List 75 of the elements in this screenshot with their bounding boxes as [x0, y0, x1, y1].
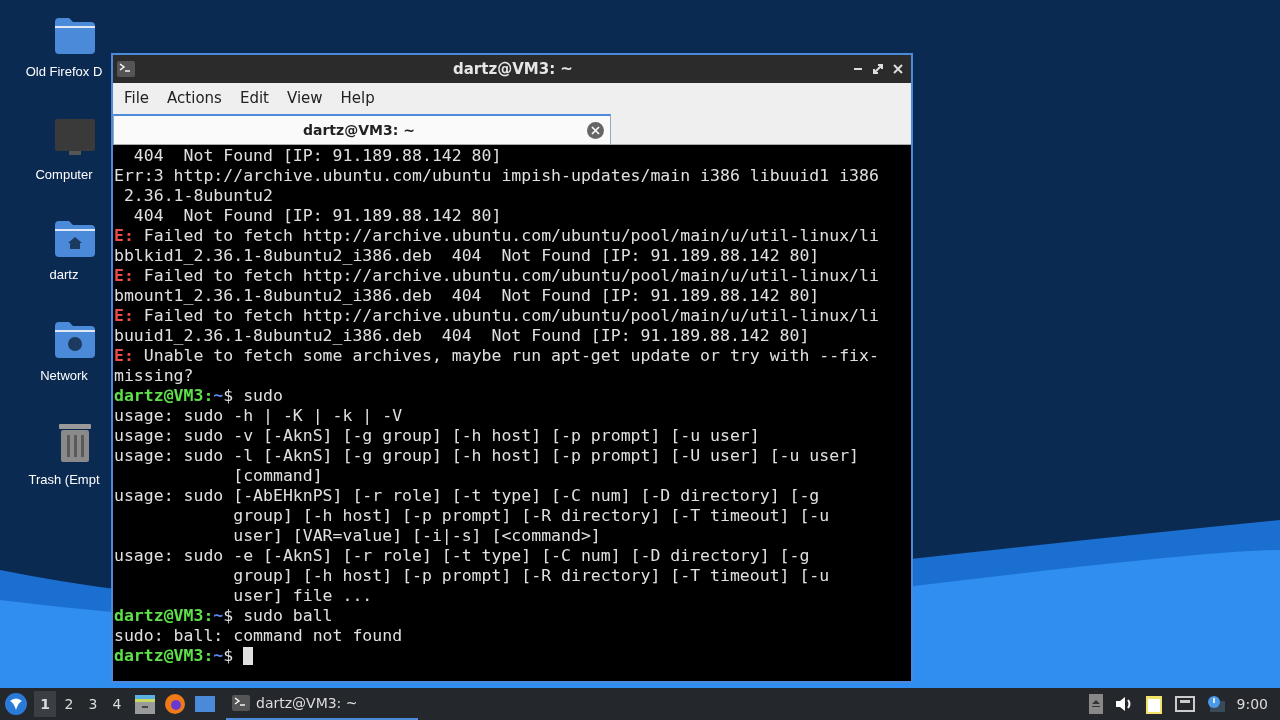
terminal-line: 404 Not Found [IP: 91.189.88.142 80]: [132, 146, 502, 166]
prompt-user: dartz@VM3:: [114, 646, 214, 666]
error-prefix: E:: [114, 266, 134, 286]
desktop-icon-label[interactable]: Network: [40, 365, 88, 385]
desktop-icon-label[interactable]: Old Firefox D: [25, 62, 103, 82]
network-port-icon[interactable]: [1174, 696, 1195, 712]
prompt-path: ~: [213, 386, 224, 406]
desktop-icon-label[interactable]: Computer: [35, 164, 93, 184]
terminal-line: usage: sudo -l [-AknS] [-g group] [-h host] [-p prompt] [-U user] [-u user]: [114, 446, 860, 466]
prompt-command: $: [223, 646, 235, 666]
terminal-line: [command]: [232, 466, 323, 486]
workspace-button[interactable]: 2: [58, 691, 80, 717]
file-cabinet-icon[interactable]: [134, 693, 156, 715]
clock[interactable]: 9:00: [1236, 693, 1268, 715]
clipboard-icon[interactable]: [1144, 694, 1163, 714]
taskbar-task[interactable]: dartz@VM3: ~: [226, 688, 418, 720]
desktop-icon[interactable]: [194, 694, 216, 714]
home-folder-icon: [55, 221, 95, 257]
terminal-line: 404 Not Found [IP: 91.189.88.142 80]: [132, 206, 502, 226]
terminal-line: user] file ...: [232, 586, 373, 606]
terminal-line: missing?: [114, 366, 194, 386]
folder-icon: [55, 18, 95, 54]
window-title: dartz@VM3: ~: [453, 58, 573, 80]
menu-item[interactable]: Help: [331, 86, 384, 110]
speaker-icon[interactable]: [1114, 696, 1133, 712]
terminal-line: group] [-h host] [-p prompt] [-R directory] [-T timeout] [-u: [232, 566, 830, 586]
start-menu-icon[interactable]: [4, 692, 28, 716]
workspace-button[interactable]: 3: [82, 691, 104, 717]
prompt-path: ~: [213, 606, 224, 626]
workspace-button[interactable]: 4: [106, 691, 128, 717]
terminal-app-icon: [232, 695, 250, 711]
tab-label: dartz@VM3: ~: [303, 120, 415, 140]
terminal-line: usage: sudo [-AbEHknPS] [-r role] [-t type] [-C num] [-D directory] [-g: [114, 486, 820, 506]
terminal-line: buuid1_2.36.1-8ubuntu2_i386.deb 404 Not Found [IP: 91.189.88.142 80]: [114, 326, 810, 346]
task-label: dartz@VM3: ~: [256, 693, 358, 713]
prompt-command: $ sudo: [223, 386, 283, 406]
terminal-line: bmount1_2.36.1-8ubuntu2_i386.deb 404 Not Found [IP: 91.189.88.142 80]: [114, 286, 820, 306]
desktop-icon-label[interactable]: Trash (Empt: [28, 470, 100, 490]
terminal-line: group] [-h host] [-p prompt] [-R directory] [-T timeout] [-u: [232, 506, 830, 526]
close-tab-icon[interactable]: [587, 121, 604, 139]
desktop-icon-label[interactable]: dartz: [49, 265, 79, 285]
menu-item[interactable]: Edit: [230, 86, 278, 110]
terminal-line: 2.36.1-8ubuntu2: [122, 186, 273, 206]
terminal-line: Failed to fetch http://archive.ubuntu.com/ubuntu/pool/main/u/util-linux/li: [142, 306, 879, 326]
terminal-line: usage: sudo -e [-AknS] [-r role] [-t type] [-C num] [-D directory] [-g: [114, 546, 810, 566]
workspace-button[interactable]: 1: [34, 691, 56, 717]
prompt-user: dartz@VM3:: [114, 606, 214, 626]
prompt-user: dartz@VM3:: [114, 386, 214, 406]
terminal-tab[interactable]: dartz@VM3: ~: [113, 114, 611, 144]
error-prefix: E:: [114, 306, 134, 326]
terminal-line: usage: sudo -h | -K | -k | -V: [114, 406, 403, 426]
menu-item[interactable]: View: [277, 86, 332, 110]
trash-icon: [57, 422, 93, 462]
menu-item[interactable]: File: [115, 86, 159, 110]
terminal-line: Failed to fetch http://archive.ubuntu.com/ubuntu/pool/main/u/util-linux/li: [142, 226, 879, 246]
monitor-icon: [55, 118, 95, 157]
error-prefix: E:: [114, 346, 134, 366]
terminal-line: bblkid1_2.36.1-8ubuntu2_i386.deb 404 Not Found [IP: 91.189.88.142 80]: [114, 246, 820, 266]
error-prefix: E:: [114, 226, 134, 246]
terminal-line: Err:3 http://archive.ubuntu.com/ubuntu impish-updates/main i386 libuuid1 i386: [114, 166, 879, 186]
network-folder-icon: [55, 321, 95, 358]
terminal-line: usage: sudo -v [-AknS] [-g group] [-h host] [-p prompt] [-u user]: [114, 426, 760, 446]
terminal-line: sudo: ball: command not found: [114, 626, 403, 646]
terminal-line: Unable to fetch some archives, maybe run apt-get update or try with --fix-: [142, 346, 879, 366]
close-icon[interactable]: [893, 64, 903, 74]
terminal-app-icon: [117, 61, 135, 77]
terminal-line: Failed to fetch http://archive.ubuntu.com/ubuntu/pool/main/u/util-linux/li: [142, 266, 879, 286]
prompt-path: ~: [213, 646, 224, 666]
notification-icon[interactable]: [1206, 695, 1225, 713]
menu-item[interactable]: Actions: [158, 86, 231, 110]
prompt-command: $ sudo ball: [223, 606, 333, 626]
terminal-line: user] [VAR=value] [-i|-s] [<command>]: [232, 526, 601, 546]
maximize-icon[interactable]: [873, 64, 883, 74]
browser-icon[interactable]: [164, 693, 186, 715]
eject-icon[interactable]: [1088, 694, 1103, 714]
